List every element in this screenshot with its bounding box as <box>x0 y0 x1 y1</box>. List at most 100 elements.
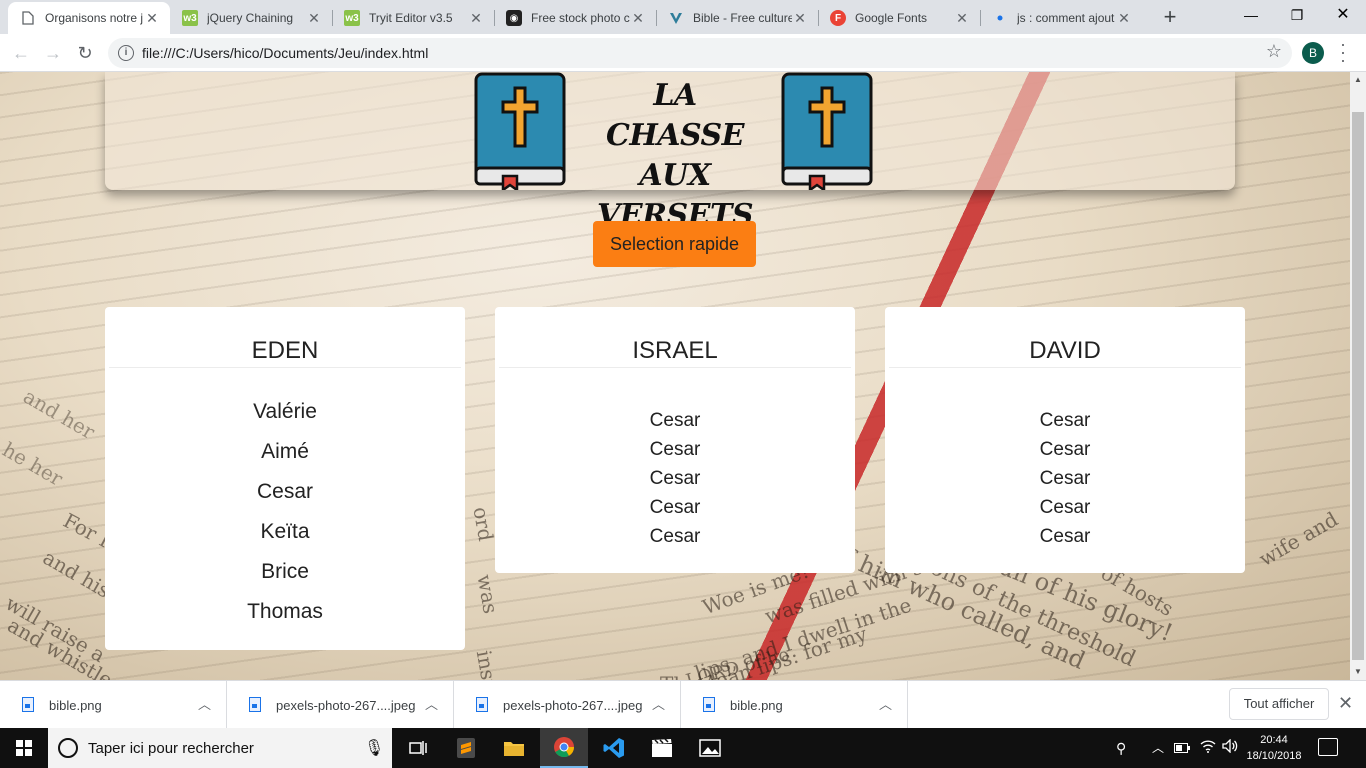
bg-text: and her <box>19 384 100 444</box>
menu-icon[interactable]: · · · <box>1338 35 1348 69</box>
download-filename[interactable]: pexels-photo-267....jpeg <box>276 698 415 713</box>
tab-google-fonts[interactable]: F Google Fonts ✕ <box>818 2 980 34</box>
close-tab-icon[interactable]: ✕ <box>144 10 160 27</box>
download-bar: bible.png ︿ pexels-photo-267....jpeg ︿ p… <box>0 680 1366 729</box>
tab-free-stock-photo[interactable]: ◉ Free stock photo c ✕ <box>494 2 656 34</box>
file-explorer-icon[interactable] <box>490 728 538 768</box>
tab-strip: Organisons notre j ✕ w3 jQuery Chaining … <box>0 0 1366 34</box>
windows-taskbar: Taper ici pour rechercher 🎙 ⚲ ︿ 20:44 18… <box>0 728 1366 768</box>
close-tab-icon[interactable]: ✕ <box>1116 10 1132 27</box>
maximize-button[interactable]: ❐ <box>1274 0 1320 32</box>
close-tab-icon[interactable]: ✕ <box>468 10 484 27</box>
minimize-button[interactable]: — <box>1228 0 1274 32</box>
battery-icon[interactable] <box>1174 728 1190 768</box>
image-file-icon <box>249 697 261 712</box>
tab-title: Free stock photo c <box>531 11 630 25</box>
sublime-text-icon[interactable] <box>442 728 490 768</box>
w3schools-icon: w3 <box>182 10 198 26</box>
task-view-icon[interactable] <box>394 728 442 768</box>
tab-tryit-editor[interactable]: w3 Tryit Editor v3.5 ✕ <box>332 2 494 34</box>
start-button[interactable] <box>0 728 48 768</box>
video-editor-icon[interactable] <box>638 728 686 768</box>
quick-selection-button[interactable]: Selection rapide <box>593 221 756 267</box>
member-item[interactable]: Brice <box>105 552 465 592</box>
vscode-icon[interactable] <box>590 728 638 768</box>
forward-button[interactable]: → <box>40 40 66 66</box>
new-tab-button[interactable]: + <box>1156 4 1184 30</box>
close-tab-icon[interactable]: ✕ <box>954 10 970 27</box>
bg-text: and his <box>38 545 115 603</box>
tab-js-comment[interactable]: js : comment ajout ✕ <box>980 2 1142 34</box>
tab-jquery-chaining[interactable]: w3 jQuery Chaining ✕ <box>170 2 332 34</box>
download-item[interactable]: pexels-photo-267....jpeg ︿ <box>454 681 681 729</box>
team-card-eden: EDEN Valérie Aimé Cesar Keïta Brice Thom… <box>105 307 465 650</box>
member-item[interactable]: Aimé <box>105 432 465 472</box>
chevron-up-icon[interactable]: ︿ <box>425 694 438 713</box>
show-all-downloads-button[interactable]: Tout afficher <box>1229 688 1329 720</box>
chevron-up-icon[interactable]: ︿ <box>879 694 892 713</box>
page-scrollbar[interactable]: ▲ ▼ <box>1350 72 1366 680</box>
member-item[interactable]: Cesar <box>885 406 1245 435</box>
tab-title: Organisons notre j <box>45 11 144 25</box>
wifi-icon[interactable] <box>1200 728 1216 768</box>
scroll-down-arrow-icon[interactable]: ▼ <box>1350 664 1366 680</box>
team-card-david: DAVID Cesar Cesar Cesar Cesar Cesar <box>885 307 1245 573</box>
close-tab-icon[interactable]: ✕ <box>792 10 808 27</box>
member-item[interactable]: Valérie <box>105 392 465 432</box>
member-item[interactable]: Cesar <box>495 464 855 493</box>
member-item[interactable]: Cesar <box>495 493 855 522</box>
photos-icon[interactable] <box>686 728 734 768</box>
chevron-up-icon[interactable]: ︿ <box>1152 728 1164 768</box>
member-item[interactable]: Cesar <box>495 406 855 435</box>
bible-book-icon <box>781 72 873 190</box>
close-tab-icon[interactable]: ✕ <box>306 10 322 27</box>
system-clock[interactable]: 20:44 18/10/2018 <box>1244 732 1304 764</box>
clock-date: 18/10/2018 <box>1246 750 1302 762</box>
member-item[interactable]: Cesar <box>105 472 465 512</box>
tab-organisons[interactable]: Organisons notre j ✕ <box>8 2 170 34</box>
tab-title: jQuery Chaining <box>207 11 294 25</box>
bookmark-star-icon[interactable]: ☆ <box>1266 41 1282 62</box>
back-button[interactable]: ← <box>8 40 34 66</box>
member-item[interactable]: Thomas <box>105 592 465 632</box>
download-filename[interactable]: bible.png <box>730 698 783 713</box>
member-item[interactable]: Cesar <box>885 464 1245 493</box>
member-item[interactable]: Cesar <box>885 522 1245 551</box>
reload-button[interactable]: ↻ <box>72 40 98 66</box>
search-placeholder[interactable]: Taper ici pour rechercher <box>88 740 254 757</box>
loading-dot-icon <box>992 10 1008 26</box>
microphone-icon[interactable]: 🎙 <box>364 738 384 758</box>
member-item[interactable]: Cesar <box>885 493 1245 522</box>
download-item[interactable]: bible.png ︿ <box>681 681 908 729</box>
download-item[interactable]: pexels-photo-267....jpeg ︿ <box>227 681 454 729</box>
scroll-up-arrow-icon[interactable]: ▲ <box>1350 72 1366 88</box>
url-text[interactable]: file:///C:/Users/hico/Documents/Jeu/inde… <box>142 45 428 61</box>
profile-avatar[interactable]: B <box>1302 42 1324 64</box>
tab-bible-free-culture[interactable]: Bible - Free culture ✕ <box>656 2 818 34</box>
people-icon[interactable]: ⚲ <box>1116 728 1126 768</box>
chevron-up-icon[interactable]: ︿ <box>652 694 665 713</box>
address-bar[interactable]: i file:///C:/Users/hico/Documents/Jeu/in… <box>108 38 1292 68</box>
close-window-button[interactable]: ✕ <box>1320 0 1366 32</box>
member-item[interactable]: Keïta <box>105 512 465 552</box>
scroll-thumb[interactable] <box>1352 112 1364 660</box>
download-filename[interactable]: pexels-photo-267....jpeg <box>503 698 642 713</box>
member-item[interactable]: Cesar <box>495 435 855 464</box>
download-item[interactable]: bible.png ︿ <box>0 681 227 729</box>
action-center-icon[interactable] <box>1318 738 1338 756</box>
image-file-icon <box>476 697 488 712</box>
member-item[interactable]: Cesar <box>495 522 855 551</box>
volume-icon[interactable] <box>1222 728 1238 768</box>
v-logo-icon <box>668 10 684 26</box>
taskbar-search[interactable]: Taper ici pour rechercher 🎙 <box>48 728 392 768</box>
info-icon[interactable]: i <box>118 45 134 61</box>
chevron-up-icon[interactable]: ︿ <box>198 694 211 713</box>
team-name-label: EDEN <box>251 337 319 364</box>
chrome-icon[interactable] <box>540 728 588 768</box>
team-name-label: DAVID <box>1029 337 1101 364</box>
close-download-bar-icon[interactable]: ✕ <box>1338 693 1353 714</box>
bg-text: wife and <box>1254 506 1342 572</box>
member-item[interactable]: Cesar <box>885 435 1245 464</box>
close-tab-icon[interactable]: ✕ <box>630 10 646 27</box>
download-filename[interactable]: bible.png <box>49 698 102 713</box>
